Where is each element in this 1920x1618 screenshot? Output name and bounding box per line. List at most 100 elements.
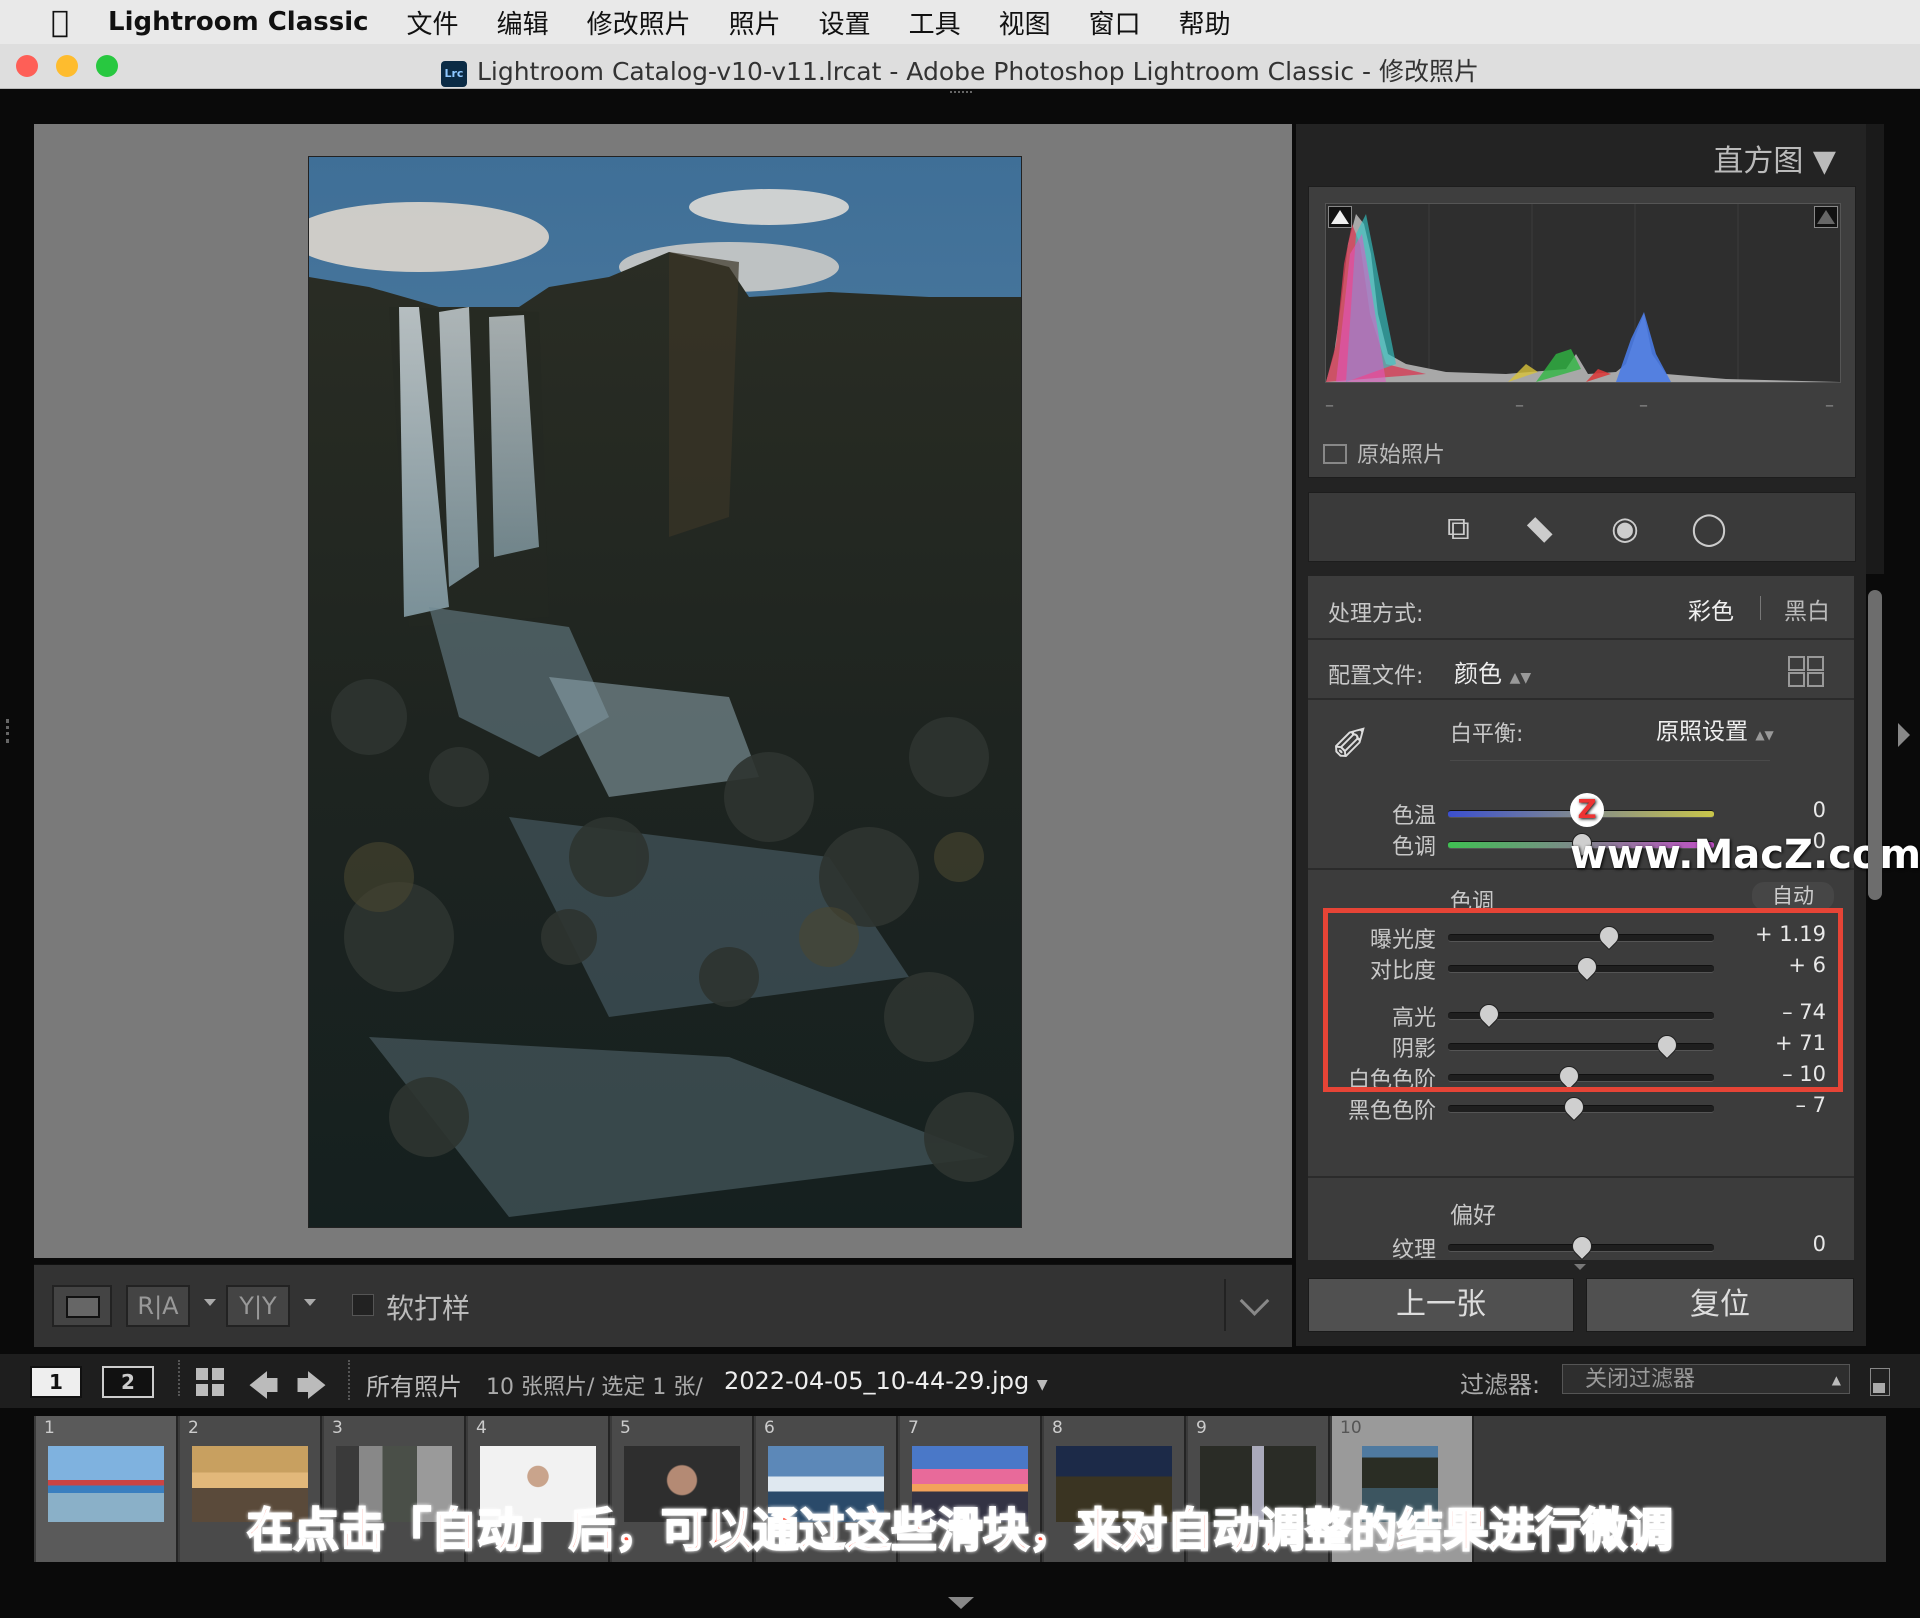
apple-icon[interactable]:  [40, 5, 80, 40]
thumbnail-number: 3 [332, 1418, 343, 1438]
menu-edit[interactable]: 编辑 [497, 4, 549, 41]
before-after-tb-button[interactable]: Y|Y [226, 1285, 290, 1327]
profile-value: 颜色 [1454, 660, 1502, 688]
secondary-window-button[interactable]: 2 [102, 1366, 154, 1398]
menu-develop[interactable]: 修改照片 [587, 4, 691, 41]
left-panel-toggle-icon[interactable] [6, 719, 21, 743]
original-photo-checkbox[interactable] [1323, 444, 1347, 464]
healing-tool-icon[interactable]: ▮ [1518, 508, 1557, 547]
red-eye-tool-icon[interactable]: ◉ [1611, 509, 1639, 547]
main-photo[interactable] [308, 156, 1022, 1228]
slider-value[interactable]: 0 [1736, 1232, 1826, 1256]
white-balance-stepper-icon: ▲▼ [1755, 728, 1774, 742]
app-menu[interactable]: Lightroom Classic [108, 7, 369, 37]
menu-file[interactable]: 文件 [407, 4, 459, 41]
tutorial-caption: 在点击「自动」后，可以通过这些滑块，来对自动调整的结果进行微调 [246, 1502, 1674, 1558]
histogram-title: 直方图 [1713, 144, 1804, 179]
histogram-graph [1326, 204, 1840, 382]
menu-photo[interactable]: 照片 [729, 4, 781, 41]
filmstrip-filename[interactable]: 2022-04-05_10-44-29.jpg ▼ [724, 1367, 1048, 1395]
filter-lock-icon [1873, 1383, 1885, 1393]
menu-tools[interactable]: 工具 [909, 4, 961, 41]
white-balance-underline [1450, 760, 1770, 761]
highlight-annotation-box [1323, 908, 1843, 1092]
loupe-view-button[interactable] [52, 1285, 112, 1327]
tone-auto-button[interactable]: 自动 [1752, 882, 1834, 910]
highlight-clipping-toggle[interactable] [1814, 206, 1838, 228]
histogram-header[interactable]: 直方图 ▼ [1713, 136, 1836, 180]
slider-label: 色温 [1391, 804, 1436, 829]
highlight-clipping-icon [1817, 210, 1835, 224]
collapse-triangle-icon[interactable]: ▼ [1813, 144, 1836, 179]
white-balance-select[interactable]: 原照设置 ▲▼ [1656, 712, 1774, 746]
loupe-view-icon [66, 1296, 100, 1318]
reset-button[interactable]: 复位 [1586, 1278, 1854, 1332]
treatment-color-option[interactable]: 彩色 [1688, 592, 1734, 626]
right-panel-toggle-icon[interactable] [1898, 723, 1910, 747]
before-after-lr-dropdown-icon[interactable] [204, 1299, 216, 1306]
histogram-tick-icon: – [1515, 395, 1524, 416]
filmstrip-source[interactable]: 所有照片 [366, 1367, 462, 1402]
window-title-text: Lightroom Catalog-v10-v11.lrcat - Adobe … [476, 57, 1480, 86]
masking-tool-icon[interactable]: ◯ [1691, 509, 1727, 547]
primary-window-button[interactable]: 1 [30, 1366, 82, 1398]
thumbnail-number: 4 [476, 1418, 487, 1438]
histogram-tick-icon: – [1325, 395, 1334, 416]
before-after-tb-dropdown-icon[interactable] [304, 1299, 316, 1306]
filter-value: 关闭过滤器 [1585, 1367, 1696, 1392]
slider-thumb[interactable] [1567, 1231, 1597, 1260]
slider-label: 色调 [1391, 835, 1436, 860]
profile-label: 配置文件: [1328, 664, 1424, 689]
treatment-divider [1760, 596, 1761, 620]
menu-settings[interactable]: 设置 [819, 4, 871, 41]
slider-row: 纹理 0 [1308, 1231, 1854, 1260]
right-panel-scrollbar[interactable] [1868, 590, 1882, 900]
filter-select[interactable]: 关闭过滤器 ▲ [1562, 1364, 1850, 1394]
profile-select[interactable]: 颜色 ▲▼ [1454, 654, 1531, 689]
crop-tool-icon[interactable]: ⧉ [1447, 509, 1470, 548]
section-divider [1308, 638, 1854, 640]
shadow-clipping-icon [1331, 210, 1349, 224]
filmstrip-navigation-bar: 1 2 🡄 🡆 所有照片 10 张照片/ 选定 1 张/ 2022-04-05_… [0, 1354, 1920, 1408]
filter-lock-toggle[interactable] [1870, 1368, 1890, 1396]
toolbar-content-dropdown-icon[interactable] [1239, 1286, 1270, 1316]
menu-view[interactable]: 视图 [999, 4, 1051, 41]
filename-dropdown-icon[interactable]: ▼ [1037, 1377, 1048, 1393]
original-photo-toggle[interactable]: 原始照片 [1323, 437, 1445, 469]
right-panel-scroll-track[interactable] [1866, 124, 1884, 574]
histogram-tick-icon: – [1639, 395, 1648, 416]
filmstrip-photo-count: 10 张照片/ 选定 1 张/ [486, 1375, 703, 1400]
macz-logo-icon: Z [1570, 793, 1604, 827]
develop-tool-strip: ⧉ ▮ ◉ ◯ [1308, 492, 1856, 562]
bottom-panel-toggle-icon[interactable] [948, 1597, 974, 1609]
thumbnail-number: 6 [764, 1418, 775, 1438]
section-divider [1308, 698, 1854, 700]
grid-view-icon[interactable] [196, 1368, 226, 1396]
next-photo-arrow-icon[interactable]: 🡆 [296, 1364, 327, 1415]
soft-proof-checkbox[interactable] [352, 1294, 374, 1316]
profile-browser-grid-icon[interactable] [1788, 656, 1824, 687]
slider-label: 黑色色阶 [1347, 1099, 1436, 1124]
before-after-lr-button[interactable]: R|A [126, 1285, 190, 1327]
top-panel-toggle-icon[interactable] [950, 91, 972, 105]
previous-settings-button[interactable]: 上一张 [1308, 1278, 1574, 1332]
slider-value[interactable]: – 7 [1736, 1093, 1826, 1117]
filmstrip-filename-text: 2022-04-05_10-44-29.jpg [724, 1367, 1030, 1395]
white-balance-eyedropper-icon[interactable]: ✏ [1318, 708, 1386, 776]
slider-label: 纹理 [1391, 1238, 1436, 1260]
presence-header: 偏好 [1450, 1203, 1496, 1229]
white-balance-value: 原照设置 [1656, 719, 1748, 745]
white-balance-label: 白平衡: [1450, 722, 1524, 747]
thumbnail-number: 5 [620, 1418, 631, 1438]
viewer-toolbar: R|A Y|Y 软打样 [34, 1264, 1292, 1347]
soft-proof-label: 软打样 [386, 1292, 471, 1325]
previous-photo-arrow-icon[interactable]: 🡄 [248, 1364, 279, 1415]
panel-end-marker-icon [1574, 1264, 1586, 1270]
menu-help[interactable]: 帮助 [1179, 4, 1231, 41]
treatment-label: 处理方式: [1328, 602, 1424, 627]
shadow-clipping-toggle[interactable] [1328, 206, 1352, 228]
histogram-chart[interactable] [1325, 203, 1841, 383]
treatment-bw-option[interactable]: 黑白 [1784, 592, 1830, 626]
slider-thumb[interactable] [1559, 1092, 1589, 1122]
menu-window[interactable]: 窗口 [1089, 4, 1141, 41]
